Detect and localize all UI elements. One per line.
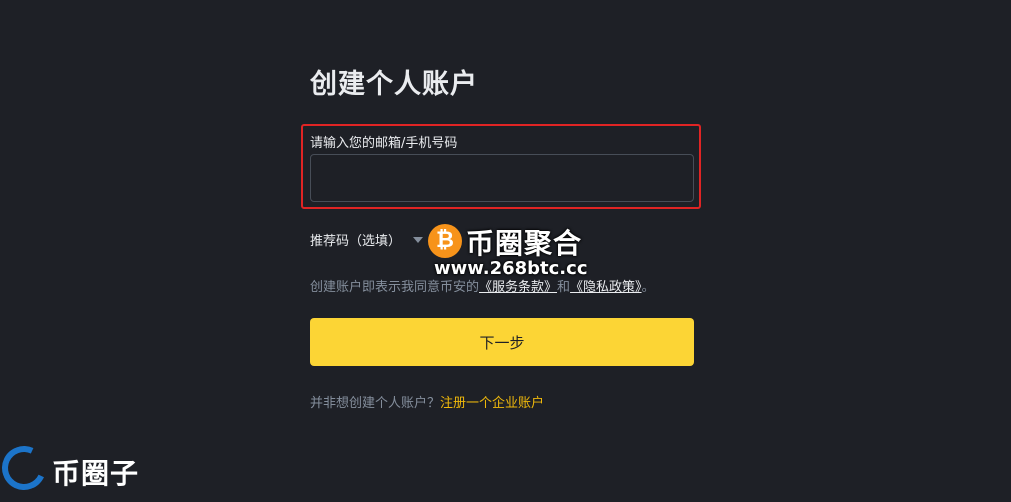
terms-of-service-link[interactable]: 《服务条款》 (479, 280, 557, 295)
corner-logo-text: 币圈子 (52, 457, 140, 490)
next-step-button[interactable]: 下一步 (310, 318, 694, 366)
business-account-link[interactable]: 注册一个企业账户 (440, 396, 544, 411)
referral-code-toggle[interactable]: 推荐码（选填） (310, 230, 424, 249)
business-account-prompt: 并非想创建个人账户？注册一个企业账户 (310, 392, 544, 411)
email-phone-input[interactable] (310, 154, 694, 202)
bitcoin-icon: ₿ (428, 224, 462, 258)
chevron-down-icon (413, 236, 424, 243)
email-field-label: 请输入您的邮箱/手机号码 (310, 136, 458, 151)
terms-and: 和 (557, 280, 571, 295)
referral-code-label: 推荐码（选填） (310, 234, 402, 249)
corner-logo: 币圈子 (0, 439, 160, 502)
page-title: 创建个人账户 (310, 69, 478, 100)
terms-suffix: 。 (641, 280, 655, 295)
terms-prefix: 创建账户即表示我同意币安的 (310, 280, 480, 295)
watermark-name: 币圈聚合 (466, 227, 583, 260)
logo-ring-icon (0, 439, 53, 497)
privacy-policy-link[interactable]: 《隐私政策》 (570, 280, 642, 295)
signup-page: 创建个人账户 请输入您的邮箱/手机号码 推荐码（选填） ₿ 币圈聚合 www.2… (0, 0, 1011, 502)
watermark: ₿ 币圈聚合 www.268btc.cc (428, 222, 598, 282)
business-prompt-text: 并非想创建个人账户？ (310, 396, 441, 411)
terms-notice: 创建账户即表示我同意币安的《服务条款》和《隐私政策》。 (310, 276, 655, 295)
